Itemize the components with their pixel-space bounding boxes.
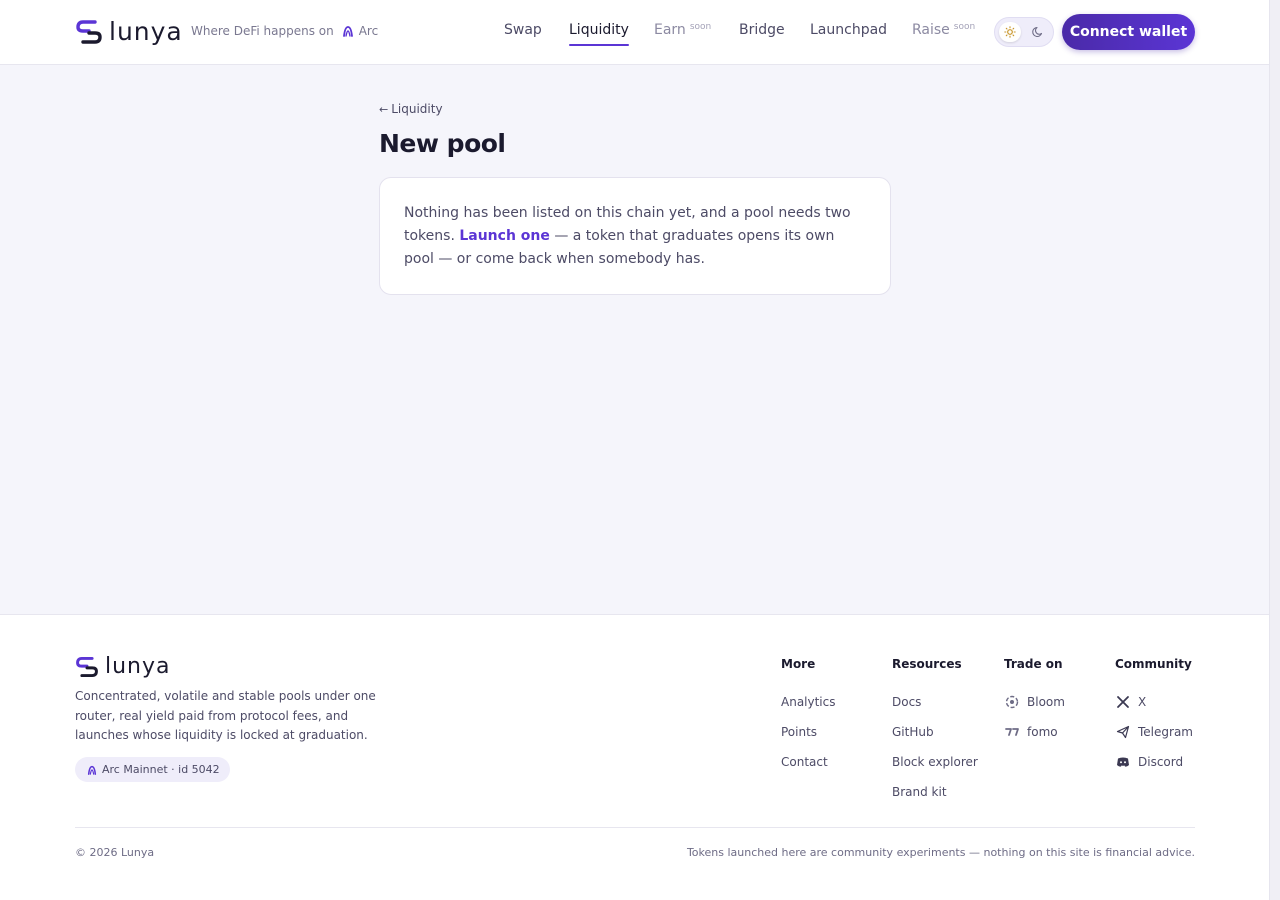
footer-link-label: X xyxy=(1138,695,1147,709)
disclaimer: Tokens launched here are community exper… xyxy=(686,846,1195,859)
nav-launchpad[interactable]: Launchpad xyxy=(810,22,887,38)
back-to-liquidity-link[interactable]: ← Liquidity xyxy=(379,102,443,116)
footer-link-label: Discord xyxy=(1138,755,1184,769)
telegram-icon xyxy=(1115,724,1131,740)
sun-icon xyxy=(1004,26,1016,38)
fomo-icon xyxy=(1004,724,1020,740)
lunya-logo[interactable]: lunya xyxy=(75,18,183,46)
footer-link-bloom[interactable]: Bloom xyxy=(1004,687,1065,717)
footer: lunya Concentrated, volatile and stable … xyxy=(0,614,1269,900)
nav-earn[interactable]: Earn soon xyxy=(654,22,711,38)
footer-col-more: More Analytics Points Contact xyxy=(781,657,836,777)
nav-swap[interactable]: Swap xyxy=(504,22,542,38)
footer-wordmark: lunya xyxy=(105,654,171,679)
footer-col-trade-on: Trade on Bloom fomo xyxy=(1004,657,1065,747)
bloom-icon xyxy=(1004,694,1020,710)
footer-link-discord[interactable]: Discord xyxy=(1115,747,1193,777)
footer-link-label: fomo xyxy=(1027,725,1058,739)
soon-badge: soon xyxy=(689,22,712,32)
dark-theme-button[interactable] xyxy=(1027,22,1049,42)
nav-raise[interactable]: Raise soon xyxy=(912,22,975,38)
footer-col-title: Trade on xyxy=(1004,657,1063,671)
footer-link-docs[interactable]: Docs xyxy=(892,687,978,717)
footer-link-fomo[interactable]: fomo xyxy=(1004,717,1065,747)
arc-chain-icon xyxy=(87,765,97,775)
footer-link-label: Telegram xyxy=(1138,725,1193,739)
back-link-label: Liquidity xyxy=(391,102,443,116)
footer-link-points[interactable]: Points xyxy=(781,717,836,747)
footer-col-title: Resources xyxy=(892,657,962,671)
footer-description: Concentrated, volatile and stable pools … xyxy=(75,689,376,742)
lunya-logo-mark-icon xyxy=(76,20,102,44)
chain-badge: Arc Mainnet · id 5042 xyxy=(75,757,230,782)
footer-link-telegram[interactable]: Telegram xyxy=(1115,717,1193,747)
arrow-left-icon: ← xyxy=(379,102,389,116)
lunya-wordmark: lunya xyxy=(109,17,183,46)
tagline-chain: Arc xyxy=(358,24,379,38)
page-title: New pool xyxy=(379,129,506,158)
empty-state-message: Nothing has been listed on this chain ye… xyxy=(404,202,868,271)
footer-link-analytics[interactable]: Analytics xyxy=(781,687,836,717)
page-scrollbar[interactable] xyxy=(1269,0,1280,900)
chain-badge-label: Arc Mainnet · id 5042 xyxy=(102,763,220,776)
footer-col-title: Community xyxy=(1115,657,1192,671)
header-tagline: Where DeFi happens on Arc xyxy=(191,24,378,38)
footer-divider xyxy=(75,827,1195,828)
discord-icon xyxy=(1115,754,1131,770)
footer-link-brand-kit[interactable]: Brand kit xyxy=(892,777,978,807)
lunya-logo-mark-icon xyxy=(76,656,98,678)
arc-chain-icon xyxy=(342,26,353,37)
launch-one-link[interactable]: Launch one xyxy=(459,228,550,244)
nav-bridge[interactable]: Bridge xyxy=(739,22,785,38)
footer-link-github[interactable]: GitHub xyxy=(892,717,978,747)
moon-icon xyxy=(1032,26,1043,38)
x-icon xyxy=(1115,694,1131,710)
footer-col-title: More xyxy=(781,657,816,671)
top-header: lunya Where DeFi happens on Arc Swap Liq… xyxy=(0,0,1269,65)
light-theme-button[interactable] xyxy=(999,22,1021,42)
tagline-text: Where DeFi happens on xyxy=(191,24,334,38)
empty-state-card: Nothing has been listed on this chain ye… xyxy=(379,177,891,295)
theme-toggle[interactable] xyxy=(994,17,1054,47)
nav-liquidity[interactable]: Liquidity xyxy=(569,22,629,46)
nav-earn-label: Earn xyxy=(654,22,686,38)
nav-raise-label: Raise xyxy=(912,22,950,38)
footer-col-community: Community X Telegram Discord xyxy=(1115,657,1193,777)
copyright: © 2026 Lunya xyxy=(75,846,155,859)
footer-logo[interactable]: lunya xyxy=(75,655,171,679)
connect-wallet-button[interactable]: Connect wallet xyxy=(1062,14,1195,50)
footer-link-label: Bloom xyxy=(1027,695,1065,709)
footer-link-contact[interactable]: Contact xyxy=(781,747,836,777)
footer-col-resources: Resources Docs GitHub Block explorer Bra… xyxy=(892,657,978,807)
soon-badge: soon xyxy=(953,22,976,32)
footer-link-block-explorer[interactable]: Block explorer xyxy=(892,747,978,777)
footer-link-x[interactable]: X xyxy=(1115,687,1193,717)
